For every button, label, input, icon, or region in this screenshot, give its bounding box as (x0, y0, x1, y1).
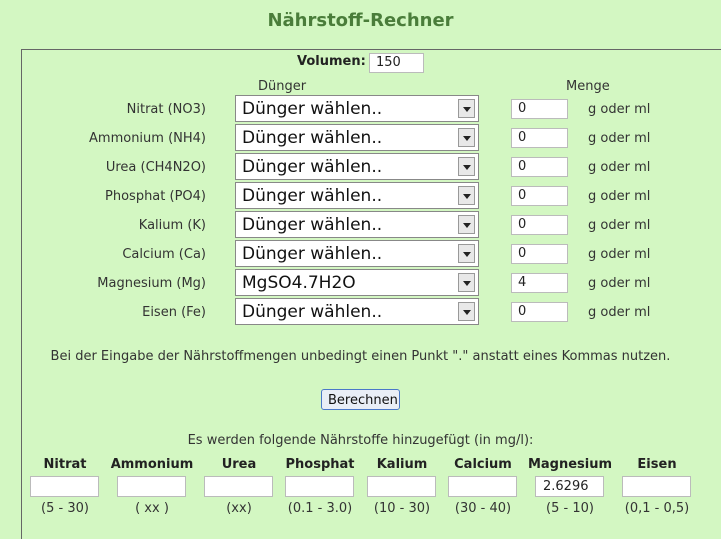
result-value-magnesium[interactable]: 2.6296 (535, 476, 604, 497)
chevron-down-icon[interactable] (458, 99, 475, 118)
row-label-eisen: Eisen (Fe) (142, 305, 206, 320)
result-range-urea: (xx) (226, 501, 252, 516)
chevron-down-icon[interactable] (458, 302, 475, 321)
chevron-down-icon[interactable] (458, 186, 475, 205)
chevron-down-icon[interactable] (458, 128, 475, 147)
result-range-phosphat: (0.1 - 3.0) (287, 501, 353, 516)
decimal-note: Bei der Eingabe der Nährstoffmengen unbe… (50, 349, 671, 364)
row-label-phosphat: Phosphat (PO4) (105, 189, 206, 204)
results-title: Es werden folgende Nährstoffe hinzugefüg… (187, 433, 534, 448)
select-value: Dünger wählen.. (242, 157, 383, 177)
fertilizer-header: Dünger (258, 79, 307, 94)
fertilizer-select-nitrat[interactable]: Dünger wählen.. (235, 95, 479, 122)
amount-input-kalium[interactable]: 0 (511, 215, 568, 235)
amount-header: Menge (566, 79, 610, 94)
result-header-calcium: Calcium (454, 457, 512, 472)
select-value: Dünger wählen.. (242, 215, 383, 235)
amount-input-urea[interactable]: 0 (511, 157, 568, 177)
result-header-magnesium: Magnesium (527, 457, 613, 472)
unit-label: g oder ml (588, 305, 651, 320)
fertilizer-select-phosphat[interactable]: Dünger wählen.. (235, 182, 479, 209)
row-label-urea: Urea (CH4N2O) (105, 160, 206, 175)
chevron-down-icon[interactable] (458, 244, 475, 263)
amount-input-magnesium[interactable]: 4 (511, 273, 568, 293)
result-value-kalium[interactable] (367, 476, 436, 497)
select-value: Dünger wählen.. (242, 99, 383, 119)
select-value: MgSO4.7H2O (242, 273, 356, 293)
result-header-ammonium: Ammonium (110, 457, 194, 472)
result-header-urea: Urea (221, 457, 257, 472)
unit-label: g oder ml (588, 247, 651, 262)
result-range-nitrat: (5 - 30) (41, 501, 89, 516)
row-label-ammonium: Ammonium (NH4) (89, 131, 206, 146)
select-value: Dünger wählen.. (242, 186, 383, 206)
unit-label: g oder ml (588, 160, 651, 175)
result-range-calcium: (30 - 40) (454, 501, 512, 516)
volume-label: Volumen: (297, 54, 366, 69)
fertilizer-select-magnesium[interactable]: MgSO4.7H2O (235, 269, 479, 296)
unit-label: g oder ml (588, 131, 651, 146)
fertilizer-select-calcium[interactable]: Dünger wählen.. (235, 240, 479, 267)
fertilizer-select-eisen[interactable]: Dünger wählen.. (235, 298, 479, 325)
result-value-calcium[interactable] (448, 476, 517, 497)
row-label-magnesium: Magnesium (Mg) (97, 276, 206, 291)
result-range-eisen: (0,1 - 0,5) (624, 501, 690, 516)
select-value: Dünger wählen.. (242, 302, 383, 322)
amount-input-phosphat[interactable]: 0 (511, 186, 568, 206)
result-header-eisen: Eisen (637, 457, 677, 472)
select-value: Dünger wählen.. (242, 244, 383, 264)
amount-input-eisen[interactable]: 0 (511, 302, 568, 322)
unit-label: g oder ml (588, 102, 651, 117)
fertilizer-select-kalium[interactable]: Dünger wählen.. (235, 211, 479, 238)
row-label-kalium: Kalium (K) (138, 218, 206, 233)
result-value-nitrat[interactable] (30, 476, 99, 497)
amount-input-ammonium[interactable]: 0 (511, 128, 568, 148)
result-header-kalium: Kalium (376, 457, 428, 472)
result-range-ammonium: ( xx ) (135, 501, 169, 516)
calculate-button[interactable]: Berechnen (321, 389, 400, 410)
result-range-magnesium: (5 - 10) (546, 501, 594, 516)
unit-label: g oder ml (588, 189, 651, 204)
amount-input-calcium[interactable]: 0 (511, 244, 568, 264)
unit-label: g oder ml (588, 218, 651, 233)
fertilizer-select-urea[interactable]: Dünger wählen.. (235, 153, 479, 180)
volume-input[interactable]: 150 (369, 53, 424, 73)
result-value-urea[interactable] (204, 476, 273, 497)
result-header-phosphat: Phosphat (285, 457, 355, 472)
fertilizer-select-ammonium[interactable]: Dünger wählen.. (235, 124, 479, 151)
row-label-nitrat: Nitrat (NO3) (126, 102, 206, 117)
result-header-nitrat: Nitrat (43, 457, 87, 472)
result-range-kalium: (10 - 30) (373, 501, 431, 516)
chevron-down-icon[interactable] (458, 273, 475, 292)
amount-input-nitrat[interactable]: 0 (511, 99, 568, 119)
row-label-calcium: Calcium (Ca) (122, 247, 206, 262)
result-value-phosphat[interactable] (285, 476, 354, 497)
result-value-eisen[interactable] (622, 476, 691, 497)
select-value: Dünger wählen.. (242, 128, 383, 148)
chevron-down-icon[interactable] (458, 215, 475, 234)
chevron-down-icon[interactable] (458, 157, 475, 176)
result-value-ammonium[interactable] (117, 476, 186, 497)
page-title: Nährstoff-Rechner (267, 10, 454, 31)
unit-label: g oder ml (588, 276, 651, 291)
